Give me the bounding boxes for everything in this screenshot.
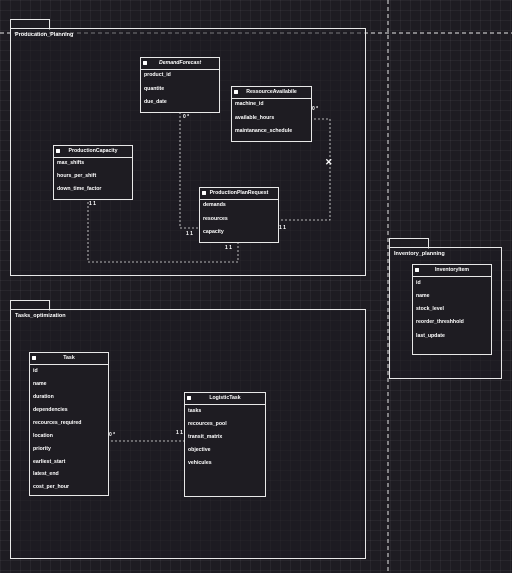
square-icon <box>143 61 147 65</box>
class-attribute: demands <box>203 202 226 208</box>
class-attribute: quantite <box>144 86 165 92</box>
class-attribute: machine_id <box>235 101 264 107</box>
class-attribute: earliest_start <box>33 459 66 465</box>
multiplicity-label: 0 * <box>109 432 116 438</box>
class-attribute: location <box>33 433 53 439</box>
class-attribute: latest_end <box>33 471 59 477</box>
class-header: Task <box>30 353 108 365</box>
multiplicity-label: 0 * <box>183 114 190 120</box>
class-header: DemandForecast <box>141 58 219 70</box>
square-icon <box>187 396 191 400</box>
class-attribute: available_hours <box>235 115 275 121</box>
class-attribute: dependencies <box>33 407 68 413</box>
class-name: RessourceAvailabile <box>246 89 297 95</box>
class-name: Task <box>63 355 75 361</box>
class-production-plan-request[interactable]: ProductionPlanRequest demands resources … <box>199 187 279 243</box>
multiplicity-label: 0 * <box>312 106 319 112</box>
class-header: InventoryItem <box>413 265 491 277</box>
class-name: ProductionPlanRequest <box>209 190 269 196</box>
class-header: ProductionCapacity <box>54 146 132 158</box>
class-name: LogisticTask <box>209 395 241 401</box>
class-inventory-item[interactable]: InventoryItem id name stock_level reorde… <box>412 264 492 355</box>
class-attribute: objective <box>188 447 211 453</box>
demand-plan-association <box>179 112 199 229</box>
class-attribute: vehicules <box>188 460 212 466</box>
class-attribute: recources_required <box>33 420 82 426</box>
class-header: ProductionPlanRequest <box>200 188 278 200</box>
class-attribute: recources_pool <box>188 421 227 427</box>
multiplicity-label: 1 1 <box>176 430 183 436</box>
class-attribute: id <box>416 280 421 286</box>
class-task[interactable]: Task id name duration dependencies recou… <box>29 352 109 496</box>
class-header: LogisticTask <box>185 393 265 405</box>
class-logistic-task[interactable]: LogisticTask tasks recources_pool transi… <box>184 392 266 497</box>
class-attribute: duration <box>33 394 54 400</box>
class-name: DemandForecast <box>158 60 202 66</box>
class-attribute: stock_level <box>416 306 444 312</box>
multiplicity-label: 1 1 <box>186 231 193 237</box>
class-attribute: due_date <box>144 99 167 105</box>
class-attribute: priority <box>33 446 51 452</box>
class-attribute: maintanance_schedule <box>235 128 293 134</box>
class-attribute: resources <box>203 216 228 222</box>
class-attribute: last_update <box>416 333 445 339</box>
class-production-capacity[interactable]: ProductionCapacity max_shifts hours_per_… <box>53 145 133 200</box>
square-icon <box>56 149 60 153</box>
square-icon <box>32 356 36 360</box>
class-name: InventoryItem <box>434 267 469 273</box>
class-header: RessourceAvailabile <box>232 87 311 99</box>
class-attribute: cost_per_hour <box>33 484 70 490</box>
square-icon <box>234 90 238 94</box>
x-icon: ✕ <box>325 157 333 167</box>
square-icon <box>202 191 206 195</box>
class-attribute: product_id <box>144 72 171 78</box>
class-demand-forecast[interactable]: DemandForecast product_id quantite due_d… <box>140 57 220 113</box>
uml-diagram: Producation_Planning Tasks_optimization … <box>0 0 512 573</box>
multiplicity-label: 1 1 <box>279 225 286 231</box>
class-attribute: transit_matrix <box>188 434 223 440</box>
multiplicity-label: 1 1 <box>89 201 96 207</box>
class-attribute: hours_per_shift <box>57 173 97 179</box>
class-attribute: name <box>33 381 47 387</box>
class-attribute: tasks <box>188 408 202 414</box>
class-attribute: capacity <box>203 229 224 235</box>
class-name: ProductionCapacity <box>68 148 118 154</box>
class-attribute: id <box>33 368 38 374</box>
multiplicity-label: 1 1 <box>225 245 232 251</box>
class-attribute: max_shifts <box>57 160 85 166</box>
class-attribute: reorder_threshhold <box>416 319 464 325</box>
class-attribute: name <box>416 293 430 299</box>
class-attribute: down_time_factor <box>57 186 102 192</box>
class-resource-available[interactable]: RessourceAvailabile machine_id available… <box>231 86 312 142</box>
square-icon <box>415 268 419 272</box>
